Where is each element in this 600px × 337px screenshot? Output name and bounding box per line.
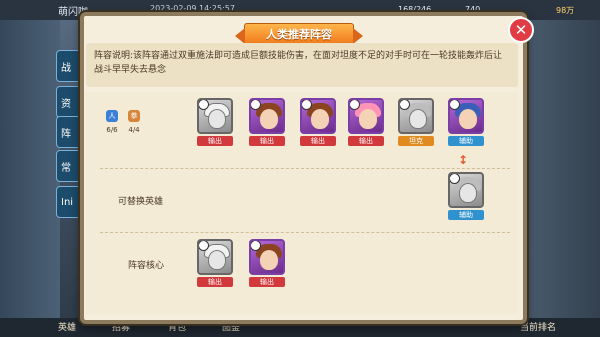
- hero-portrait[interactable]: [348, 98, 384, 134]
- section-divider-2: [100, 232, 510, 233]
- hero-role: 辅助: [448, 210, 484, 220]
- gold-counter: 98万: [556, 6, 575, 15]
- replacement-label: 可替换英雄: [118, 197, 164, 207]
- hero-face: [359, 109, 377, 129]
- hero-slot-6[interactable]: 辅助: [448, 98, 484, 146]
- side-tab-2[interactable]: 资: [56, 86, 82, 118]
- class-summary: 拳 4/4: [128, 110, 140, 134]
- right-panel: [522, 20, 600, 337]
- hero-role: 输出: [249, 277, 285, 287]
- hero-portrait[interactable]: [398, 98, 434, 134]
- lineup-description: 阵容说明:该阵容通过双重施法即可造成巨额技能伤害，在面对坦度不足的对手时可在一轮…: [86, 43, 518, 87]
- section-divider: [100, 168, 510, 169]
- side-tab-4[interactable]: 常: [56, 150, 82, 182]
- dialog-title: 人类推荐阵容: [266, 28, 332, 41]
- hero-portrait[interactable]: [300, 98, 336, 134]
- replacement-hero[interactable]: 辅助: [448, 172, 484, 220]
- hero-portrait[interactable]: [448, 172, 484, 208]
- hero-face: [409, 109, 427, 129]
- hero-role: 输出: [249, 136, 285, 146]
- race-badge-icon: [199, 100, 209, 110]
- swap-arrow-icon: ↕: [458, 153, 469, 167]
- hero-portrait[interactable]: [249, 239, 285, 275]
- class-count: 4/4: [128, 126, 140, 134]
- hero-face: [260, 109, 278, 129]
- hero-portrait[interactable]: [197, 98, 233, 134]
- hero-slot-2[interactable]: 输出: [249, 98, 285, 146]
- hero-slot-1[interactable]: 输出: [197, 98, 233, 146]
- warrior-class-icon: 拳: [128, 110, 140, 122]
- hero-slot-3[interactable]: 输出: [300, 98, 336, 146]
- race-count: 6/6: [106, 126, 118, 134]
- hero-portrait[interactable]: [249, 98, 285, 134]
- race-badge-icon: [302, 100, 312, 110]
- hero-slot-5[interactable]: 坦克: [398, 98, 434, 146]
- hero-face: [208, 109, 226, 129]
- hero-slot-4[interactable]: 输出: [348, 98, 384, 146]
- hero-portrait[interactable]: [448, 98, 484, 134]
- race-badge-icon: [199, 241, 209, 251]
- left-sidebar: [0, 20, 60, 337]
- side-tab-5[interactable]: Ini: [56, 186, 82, 218]
- hero-portrait[interactable]: [197, 239, 233, 275]
- side-tab-3[interactable]: 阵: [56, 116, 82, 148]
- race-summary: 人 6/6: [106, 110, 118, 134]
- hero-role: 坦克: [398, 136, 434, 146]
- race-badge-icon: [350, 100, 360, 110]
- close-button[interactable]: ✕: [508, 17, 534, 43]
- hero-role: 输出: [348, 136, 384, 146]
- hero-face: [459, 183, 477, 203]
- race-badge-icon: [400, 100, 410, 110]
- hero-role: 输出: [197, 136, 233, 146]
- hero-role: 辅助: [448, 136, 484, 146]
- hero-face: [260, 250, 278, 270]
- hero-role: 输出: [197, 277, 233, 287]
- nav-heroes[interactable]: 英雄: [58, 320, 76, 333]
- hero-face: [208, 250, 226, 270]
- race-badge-icon: [450, 100, 460, 110]
- core-label: 阵容核心: [128, 261, 165, 271]
- hero-role: 输出: [300, 136, 336, 146]
- race-badge-icon: [251, 100, 261, 110]
- race-badge-icon: [251, 241, 261, 251]
- side-tab-1[interactable]: 战: [56, 50, 82, 82]
- hero-face: [311, 109, 329, 129]
- hero-face: [459, 109, 477, 129]
- close-x-icon: ✕: [514, 21, 528, 39]
- human-race-icon: 人: [106, 110, 118, 122]
- dialog-title-ribbon: 人类推荐阵容: [235, 23, 363, 45]
- core-hero-1[interactable]: 输出: [197, 239, 233, 287]
- race-badge-icon: [450, 174, 460, 184]
- core-hero-2[interactable]: 输出: [249, 239, 285, 287]
